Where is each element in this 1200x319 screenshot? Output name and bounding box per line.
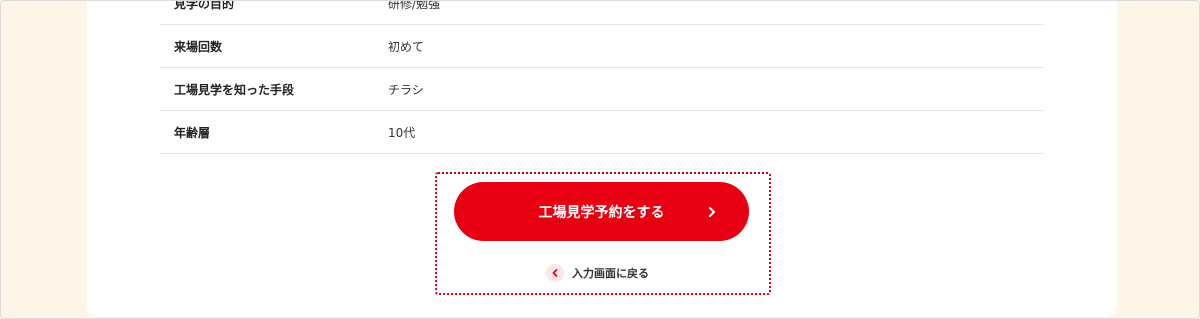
row-label: 年齢層 <box>174 125 211 140</box>
row-label: 来場回数 <box>174 39 223 54</box>
back-circle <box>546 264 564 282</box>
row-value: チラシ <box>388 82 424 97</box>
row-value: 初めて <box>388 39 425 54</box>
chevron-right-icon <box>709 206 715 217</box>
table-row-age-group: 年齢層 10代 <box>160 111 1044 154</box>
submit-reservation-label: 工場見学予約をする <box>538 204 665 221</box>
back-to-input-label: 入力画面に戻る <box>572 267 649 280</box>
back-to-input-link[interactable]: 入力画面に戻る <box>546 263 649 283</box>
row-value: 研修/勉強 <box>388 0 441 11</box>
submit-reservation-button[interactable]: 工場見学予約をする <box>454 182 749 241</box>
table-row-purpose: 見学の目的 研修/勉強 <box>160 0 1044 25</box>
row-label: 工場見学を知った手段 <box>174 82 295 97</box>
page-frame: 見学の目的 研修/勉強 来場回数 初めて 工場見学を知った手段 チラシ 年齢層 … <box>0 0 1200 319</box>
row-value: 10代 <box>388 125 416 140</box>
table-row-visit-count: 来場回数 初めて <box>160 25 1044 68</box>
table-row-source: 工場見学を知った手段 チラシ <box>160 68 1044 111</box>
row-label: 見学の目的 <box>174 0 235 11</box>
chevron-left-icon <box>552 269 558 277</box>
confirmation-table: 見学の目的 研修/勉強 来場回数 初めて 工場見学を知った手段 チラシ 年齢層 … <box>160 0 1044 154</box>
